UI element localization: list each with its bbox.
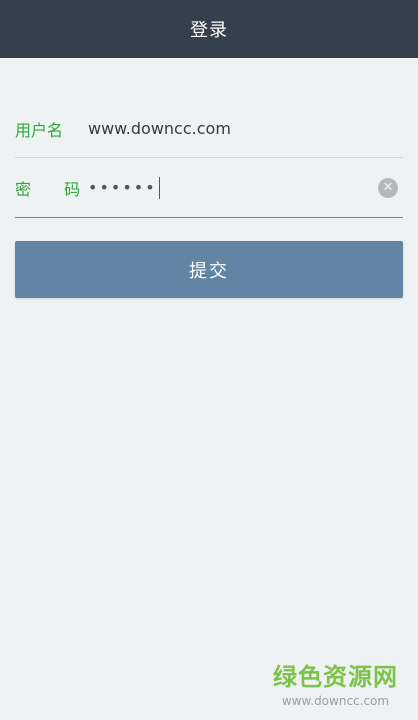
login-screen: 登录 用户名 www.downcc.com 密 码 •••••• ✕ 提交 绿色… — [0, 0, 418, 720]
watermark-title: 绿色资源网 — [273, 663, 398, 691]
watermark: 绿色资源网 www.downcc.com — [273, 657, 398, 708]
submit-button[interactable]: 提交 — [15, 241, 403, 298]
username-row: 用户名 www.downcc.com — [15, 100, 403, 158]
username-field[interactable]: www.downcc.com — [88, 119, 403, 138]
text-cursor — [158, 176, 160, 199]
login-form: 用户名 www.downcc.com 密 码 •••••• ✕ — [15, 100, 403, 218]
title-bar: 登录 — [0, 0, 418, 58]
watermark-url: www.downcc.com — [281, 694, 390, 708]
password-row: 密 码 •••••• ✕ — [15, 158, 403, 218]
password-masked-value: •••••• — [88, 178, 157, 197]
username-label: 用户名 — [15, 120, 64, 140]
page-title: 登录 — [190, 20, 228, 41]
password-label: 密 码 — [15, 179, 95, 199]
clear-circle-icon[interactable]: ✕ — [378, 177, 398, 198]
password-field[interactable]: •••••• — [88, 176, 403, 199]
